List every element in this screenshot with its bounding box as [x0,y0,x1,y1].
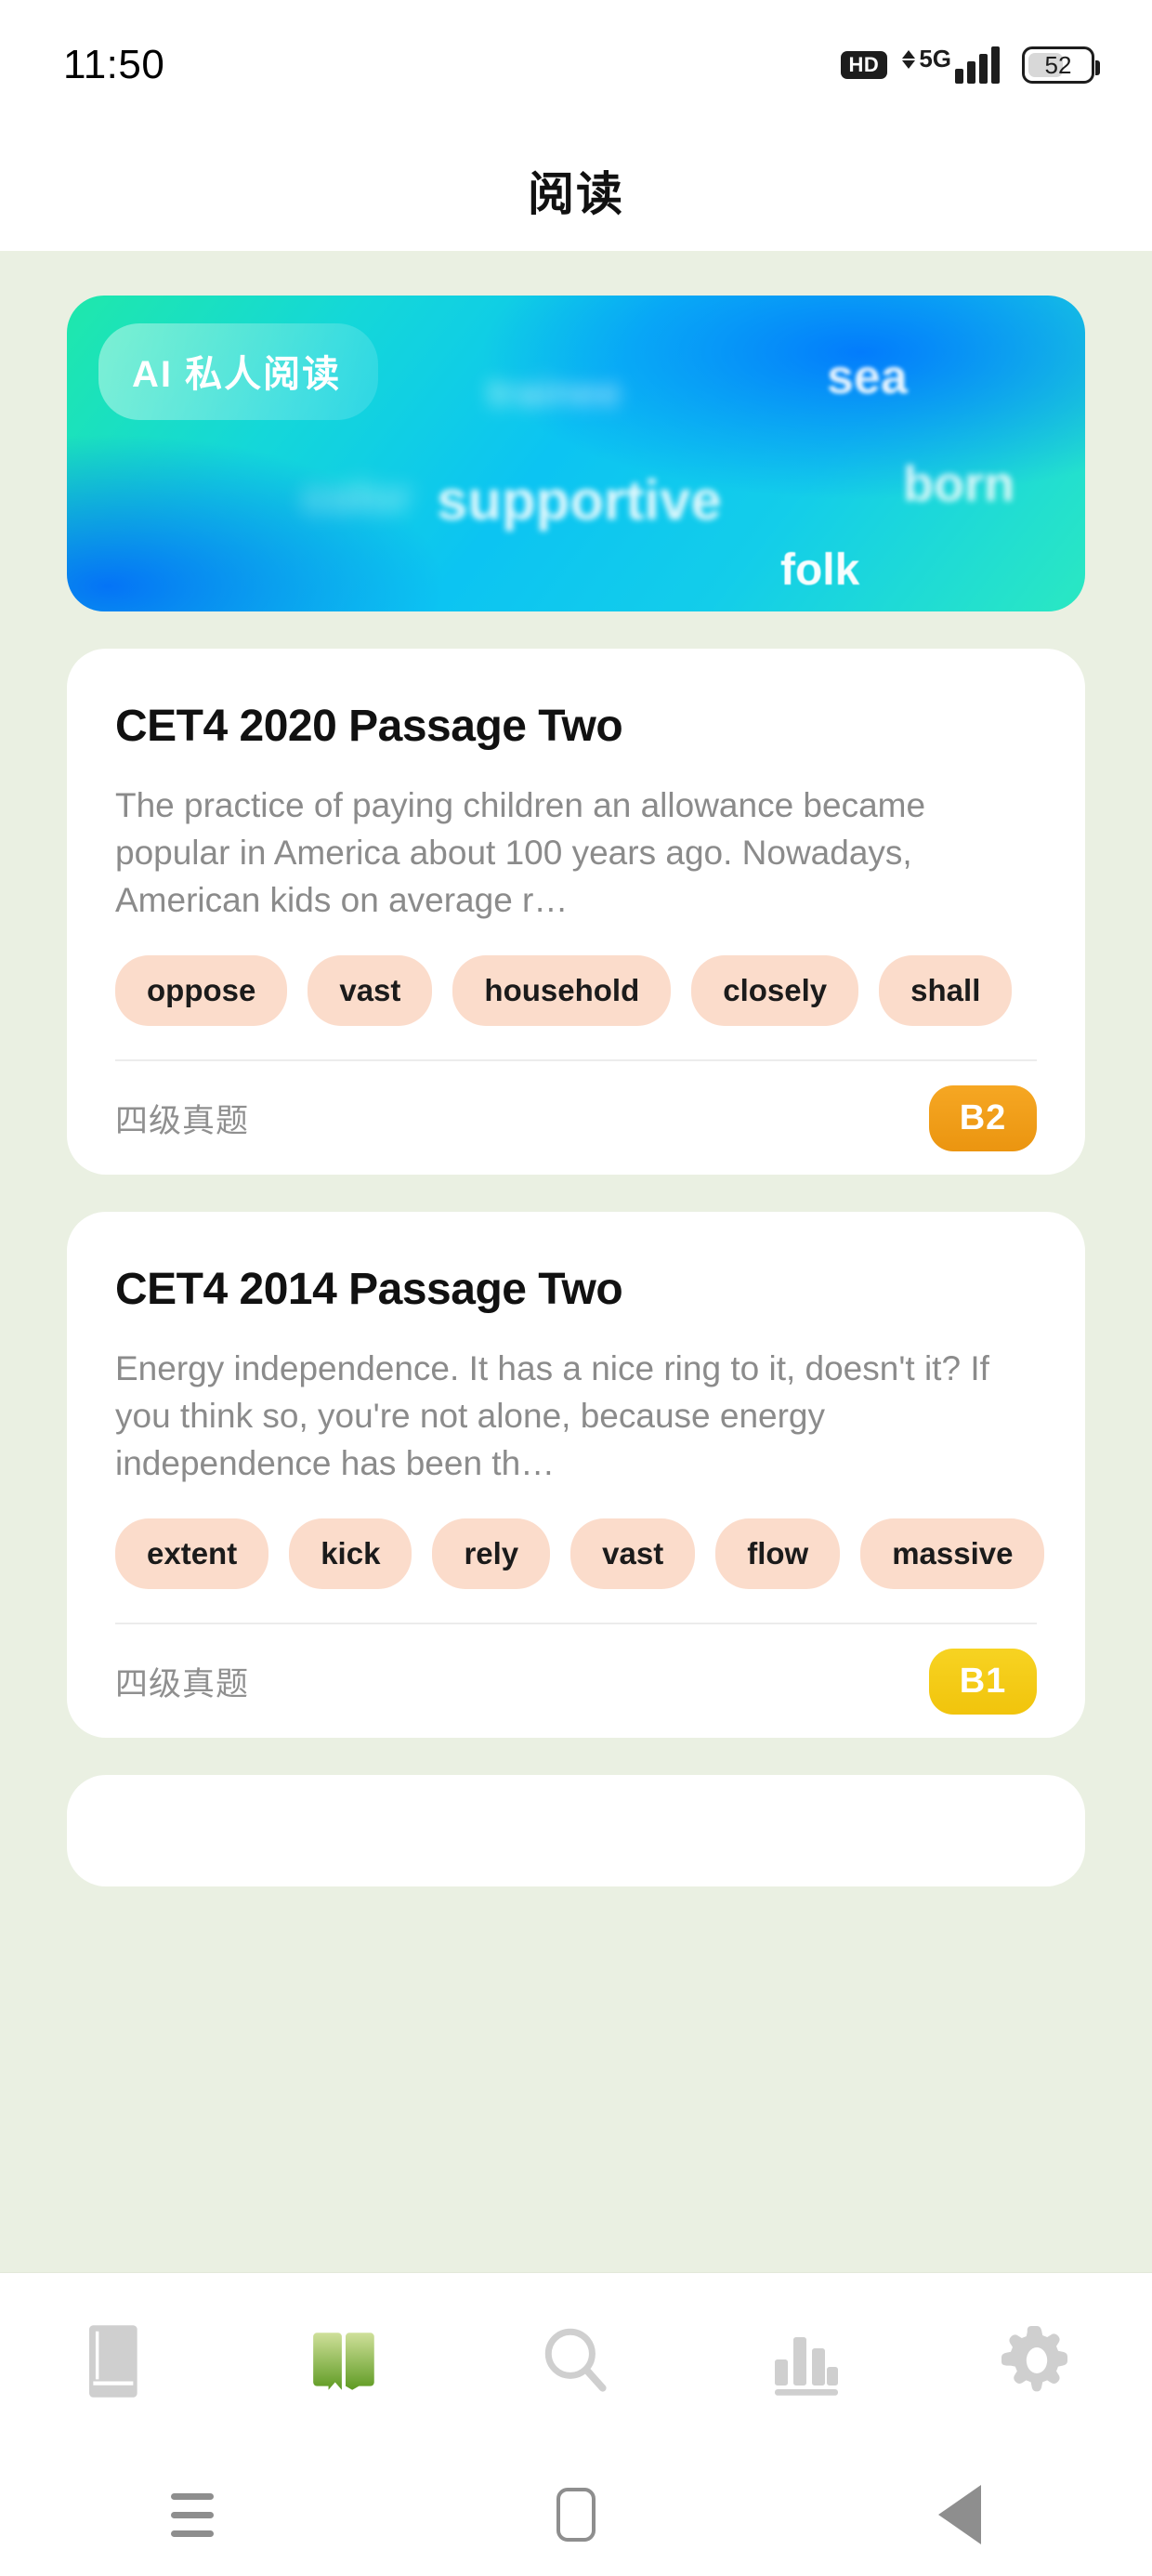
word-chip-list[interactable]: extent kick rely vast flow massive [115,1518,1085,1590]
word-chip[interactable]: closely [691,955,859,1027]
word-chip-list[interactable]: oppose vast household closely shall [115,955,1085,1027]
passage-title: CET4 2020 Passage Two [115,702,623,751]
ai-reading-banner-label: AI 私人阅读 [98,323,379,420]
network-indicator: 5G [902,46,1000,84]
word-chip[interactable]: flow [715,1518,841,1590]
word-chip[interactable]: oppose [115,955,288,1027]
floating-word: trainee [487,370,622,415]
triangle-left-icon [938,2485,982,2544]
page-title: 阅读 [528,168,624,220]
tab-reading[interactable] [230,2324,461,2403]
word-chip[interactable]: vast [570,1518,696,1590]
card-footer: 四级真题 B2 [115,1061,1037,1175]
app-bar: 阅读 [0,130,1152,251]
battery-percent-label: 52 [1044,50,1072,79]
status-indicators: HD 5G 52 [840,46,1100,84]
passage-excerpt: The practice of paying children an allow… [115,786,926,920]
passage-source: 四级真题 [115,1102,250,1139]
square-icon [556,2488,596,2542]
menu-lines-icon [170,2492,214,2537]
search-icon [538,2323,614,2404]
passage-card-partial[interactable] [67,1775,1085,1887]
floating-word: sea [827,350,908,404]
passage-title: CET4 2014 Passage Two [115,1265,623,1315]
tab-statistics[interactable] [691,2324,922,2403]
phone-screen: 11:50 HD 5G 52 阅读 AI 私人阅读 trainee sea co… [0,0,1152,2576]
level-badge: B2 [929,1084,1037,1151]
tab-library[interactable] [0,2321,230,2406]
card-footer: 四级真题 B1 [115,1624,1037,1738]
status-bar: 11:50 HD 5G 52 [0,0,1152,130]
passage-source: 四级真题 [115,1665,250,1702]
passage-card[interactable]: CET4 2020 Passage Two The practice of pa… [67,649,1085,1176]
floating-word: folk [780,545,860,595]
word-chip[interactable]: kick [289,1518,412,1590]
hd-icon: HD [840,51,888,79]
bottom-tab-bar [0,2273,1152,2453]
level-badge: B1 [929,1648,1037,1715]
nav-recents-button[interactable] [0,2492,384,2537]
content-scroll-area[interactable]: AI 私人阅读 trainee sea color supportive bor… [0,251,1152,2273]
passage-card[interactable]: CET4 2014 Passage Two Energy independenc… [67,1212,1085,1739]
word-chip[interactable]: vast [308,955,433,1027]
gear-icon [998,2322,1076,2405]
floating-word: color [303,473,412,522]
android-navigation-bar [0,2453,1152,2576]
data-transfer-arrows-icon [902,50,916,69]
bar-chart-icon [767,2324,845,2403]
passage-excerpt: Energy independence. It has a nice ring … [115,1349,989,1483]
network-type-label: 5G [919,45,951,72]
word-chip[interactable]: shall [879,955,1013,1027]
ai-reading-banner[interactable]: AI 私人阅读 trainee sea color supportive bor… [67,296,1085,611]
tab-search[interactable] [461,2323,691,2404]
nav-home-button[interactable] [384,2488,767,2542]
word-chip[interactable]: rely [432,1518,551,1590]
nav-back-button[interactable] [768,2485,1152,2544]
battery-icon: 52 [1022,46,1100,84]
word-chip[interactable]: massive [860,1518,1045,1590]
book-icon [79,2321,151,2406]
signal-bars-icon [955,46,1000,84]
word-chip[interactable]: extent [115,1518,269,1590]
open-book-icon [308,2324,384,2403]
tab-settings[interactable] [922,2322,1152,2405]
floating-word: born [903,456,1015,512]
floating-word: supportive [437,469,722,532]
status-clock: 11:50 [63,42,165,87]
word-chip[interactable]: household [452,955,672,1027]
